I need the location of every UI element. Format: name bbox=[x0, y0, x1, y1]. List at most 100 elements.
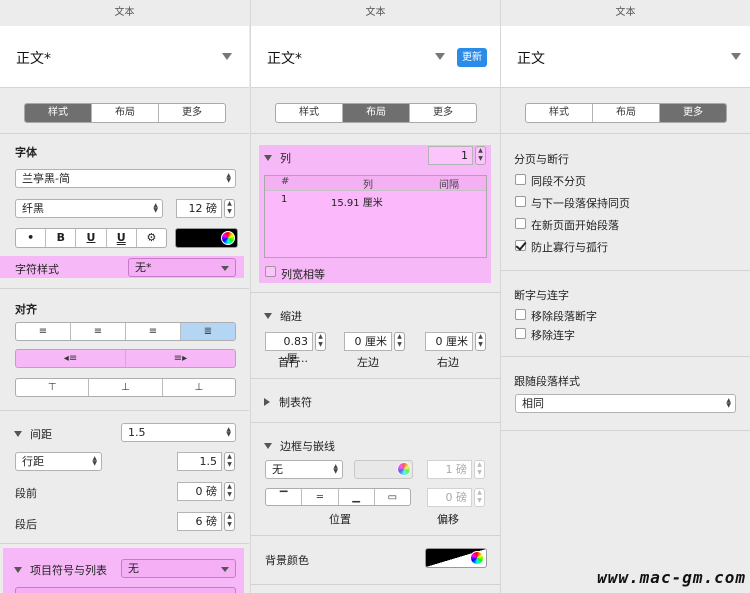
bullets-disclosure[interactable]: 项目符号与列表 bbox=[14, 562, 107, 578]
updown-arrows-icon: ▲ ▼ bbox=[153, 202, 158, 214]
tab-style[interactable]: 样式 bbox=[526, 104, 592, 122]
tab-layout[interactable]: 布局 bbox=[342, 104, 409, 122]
position-label: 位置 bbox=[329, 513, 351, 526]
indent-right-input[interactable]: 0 厘米 bbox=[425, 332, 473, 351]
updown-arrows-icon: ▲ ▼ bbox=[226, 172, 231, 184]
col-header-number: # bbox=[281, 176, 290, 187]
update-button[interactable]: 更新 bbox=[457, 48, 487, 67]
tab-more[interactable]: 更多 bbox=[158, 104, 225, 122]
space-before-input[interactable]: 0 磅 bbox=[177, 482, 222, 501]
disclosure-triangle-icon bbox=[14, 431, 22, 437]
underline-button[interactable]: U bbox=[75, 229, 105, 247]
chevron-down-icon[interactable] bbox=[435, 53, 445, 60]
space-after-stepper[interactable]: ▲ ▼ bbox=[224, 512, 235, 531]
align-middle-icon[interactable]: ⊥ bbox=[88, 379, 161, 396]
space-after-input[interactable]: 6 磅 bbox=[177, 512, 222, 531]
chevron-down-icon[interactable] bbox=[731, 53, 741, 60]
borders-disclosure[interactable]: 边框与嵌线 bbox=[264, 438, 335, 454]
border-top-icon[interactable]: ▔ bbox=[266, 489, 301, 505]
alignment-header: 对齐 bbox=[15, 303, 37, 316]
border-width-input[interactable]: 1 磅 bbox=[427, 460, 472, 479]
gear-icon[interactable]: ⚙ bbox=[135, 229, 166, 247]
border-offset-stepper[interactable]: ▲ ▼ bbox=[474, 488, 485, 507]
columns-count-stepper[interactable]: ▲ ▼ bbox=[475, 146, 486, 165]
indent-disclosure[interactable]: 缩进 bbox=[264, 308, 302, 324]
double-underline-button[interactable]: U bbox=[105, 229, 136, 247]
font-size-stepper[interactable]: ▲ ▼ bbox=[224, 199, 235, 218]
indent-left-input[interactable]: 0 厘米 bbox=[344, 332, 392, 351]
remove-hyphenation-checkbox[interactable] bbox=[515, 309, 526, 320]
text-panel-style: 文本 正文* 样式 布局 更多 字体 兰亭黑-简 ▲ ▼ 纤黑 ▲ ▼ 12 磅 ▲… bbox=[0, 0, 249, 593]
tab-more[interactable]: 更多 bbox=[659, 104, 726, 122]
panel-title: 文本 bbox=[114, 7, 135, 18]
widow-orphan-checkbox[interactable] bbox=[515, 240, 526, 251]
follow-style-select[interactable]: 相同 ▲ ▼ bbox=[515, 394, 736, 413]
paragraph-style-bar[interactable]: 正文* bbox=[0, 26, 249, 88]
indent-right-stepper[interactable]: ▲ ▼ bbox=[475, 332, 486, 351]
bullets-select[interactable]: 无 bbox=[121, 559, 236, 578]
color-wheel-icon[interactable] bbox=[470, 551, 484, 565]
line-spacing-select[interactable]: 行距 ▲ ▼ bbox=[15, 452, 102, 471]
follow-style-header: 跟随段落样式 bbox=[514, 375, 580, 388]
keep-with-next-checkbox[interactable] bbox=[515, 196, 526, 207]
align-bottom-icon[interactable]: ⊥ bbox=[161, 379, 235, 396]
tab-layout[interactable]: 布局 bbox=[592, 104, 659, 122]
bullet-button[interactable]: • bbox=[16, 229, 45, 247]
color-wheel-icon[interactable] bbox=[221, 231, 235, 245]
indent-left-stepper[interactable]: ▲ ▼ bbox=[394, 332, 405, 351]
bullets-type-select[interactable] bbox=[15, 587, 236, 593]
divider bbox=[501, 356, 750, 357]
spacing-select[interactable]: 1.5 ▲ ▼ bbox=[121, 423, 236, 442]
divider bbox=[251, 378, 500, 379]
border-width-stepper[interactable]: ▲ ▼ bbox=[474, 460, 485, 479]
chevron-down-icon bbox=[221, 266, 229, 271]
paragraph-style-name: 正文* bbox=[16, 51, 51, 67]
color-wheel-icon[interactable] bbox=[397, 462, 411, 476]
paragraph-style-bar[interactable]: 正文 bbox=[501, 26, 750, 88]
columns-count-input[interactable]: 1 bbox=[428, 146, 473, 165]
tab-more[interactable]: 更多 bbox=[409, 104, 476, 122]
border-bottom-icon[interactable]: ▁ bbox=[337, 489, 374, 505]
keep-with-next-label: 与下一段落保持同页 bbox=[531, 197, 630, 210]
space-before-stepper[interactable]: ▲ ▼ bbox=[224, 482, 235, 501]
after-label: 段后 bbox=[15, 518, 37, 531]
table-row[interactable]: 1 15.91 厘米 bbox=[265, 192, 486, 209]
indent-first-input[interactable]: 0.83 厘... bbox=[265, 332, 313, 365]
keep-lines-together-checkbox[interactable] bbox=[515, 174, 526, 185]
align-top-icon[interactable]: ⊤ bbox=[16, 379, 88, 396]
remove-hyphenation-label: 移除段落断字 bbox=[531, 310, 597, 323]
chevron-down-icon[interactable] bbox=[222, 53, 232, 60]
align-justify-icon[interactable]: ≣ bbox=[180, 323, 235, 340]
border-middle-icon[interactable]: ═ bbox=[301, 489, 337, 505]
panel-title: 文本 bbox=[615, 7, 636, 18]
border-box-icon[interactable]: ▭ bbox=[373, 489, 410, 505]
paragraph-style-bar[interactable]: 正文* 更新 bbox=[251, 26, 500, 88]
increase-indent-icon[interactable]: ≡▸ bbox=[125, 350, 235, 367]
line-spacing-input[interactable]: 1.5 bbox=[177, 452, 222, 471]
divider bbox=[0, 410, 249, 411]
tabs-disclosure[interactable]: 制表符 bbox=[264, 394, 312, 410]
decrease-indent-icon[interactable]: ◂≡ bbox=[16, 350, 125, 367]
bold-button[interactable]: B bbox=[45, 229, 75, 247]
align-right-icon[interactable]: ≡ bbox=[125, 323, 180, 340]
align-left-icon[interactable]: ≡ bbox=[16, 323, 70, 340]
remove-ligatures-checkbox[interactable] bbox=[515, 328, 526, 339]
align-center-icon[interactable]: ≡ bbox=[70, 323, 125, 340]
char-style-select[interactable]: 无* bbox=[128, 258, 236, 277]
border-style-select[interactable]: 无 ▲ ▼ bbox=[265, 460, 343, 479]
spacing-disclosure[interactable]: 间距 bbox=[14, 426, 52, 442]
border-offset-input[interactable]: 0 磅 bbox=[427, 488, 472, 507]
tab-layout[interactable]: 布局 bbox=[91, 104, 158, 122]
tab-style[interactable]: 样式 bbox=[276, 104, 342, 122]
page-break-before-checkbox[interactable] bbox=[515, 218, 526, 229]
font-size-input[interactable]: 12 磅 bbox=[176, 199, 222, 218]
tab-style[interactable]: 样式 bbox=[25, 104, 91, 122]
equal-width-checkbox[interactable] bbox=[265, 266, 276, 277]
columns-disclosure[interactable]: 列 bbox=[264, 150, 291, 166]
divider bbox=[251, 535, 500, 536]
font-family-select[interactable]: 兰亭黑-简 ▲ ▼ bbox=[15, 169, 236, 188]
font-weight-select[interactable]: 纤黑 ▲ ▼ bbox=[15, 199, 163, 218]
line-spacing-stepper[interactable]: ▲ ▼ bbox=[224, 452, 235, 471]
indent-first-stepper[interactable]: ▲ ▼ bbox=[315, 332, 326, 351]
before-label: 段前 bbox=[15, 487, 37, 500]
